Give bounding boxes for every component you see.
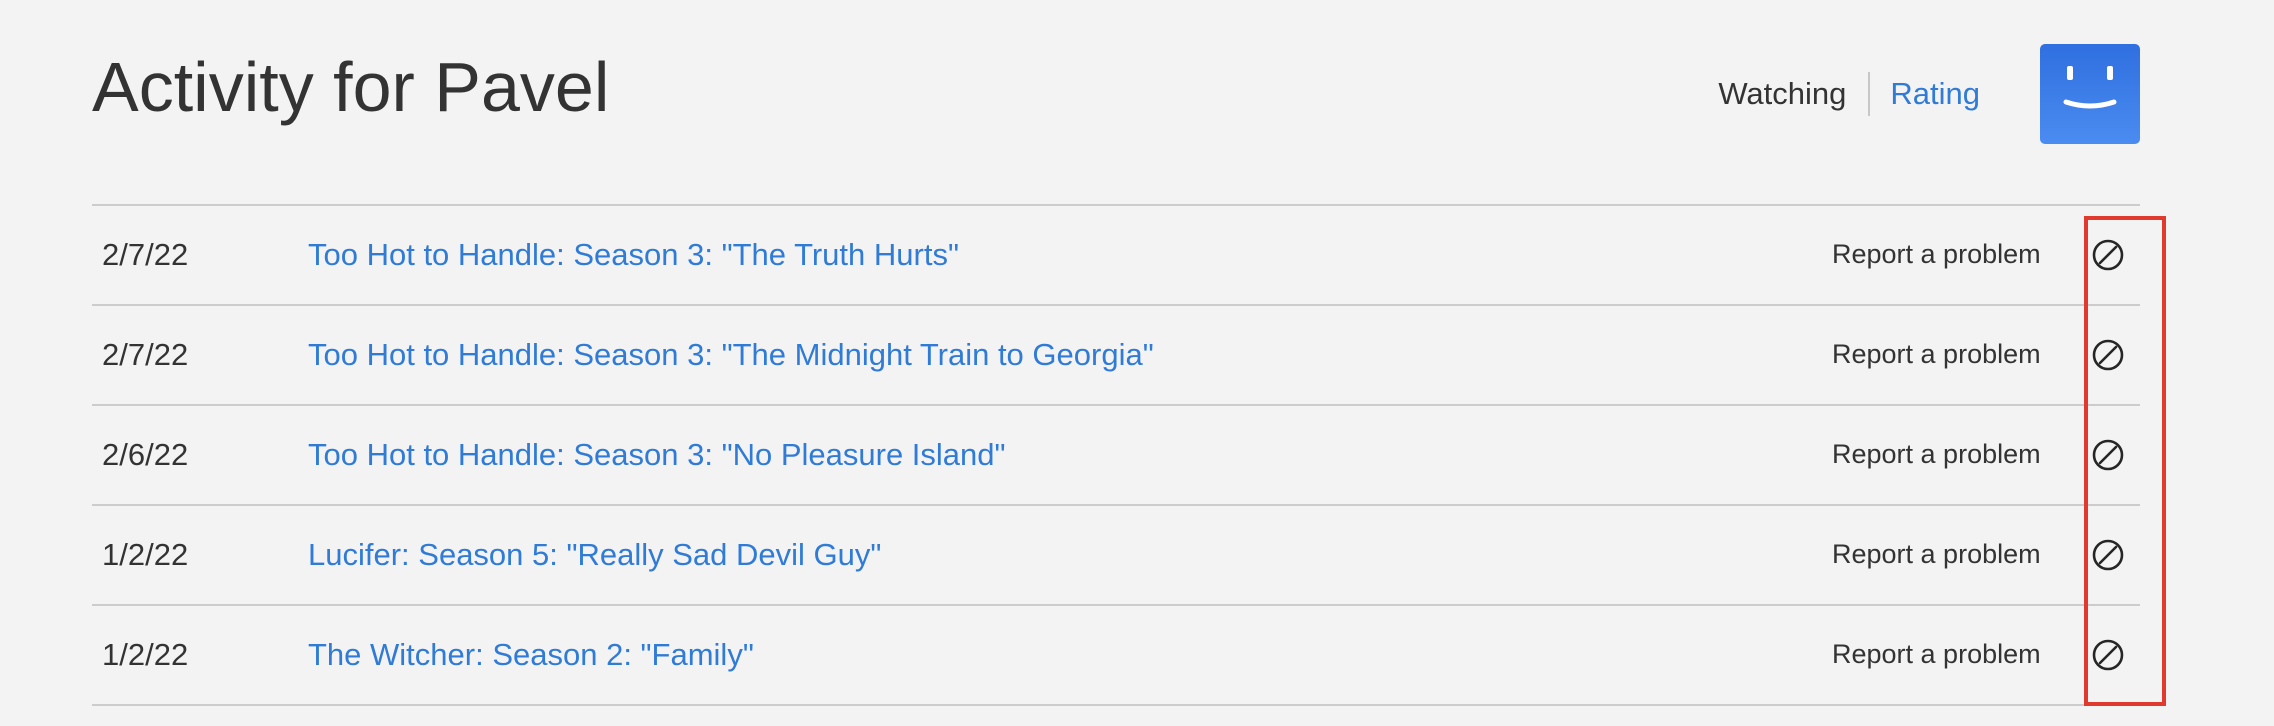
profile-avatar[interactable] [2040, 44, 2140, 144]
activity-row: 1/2/22 The Witcher: Season 2: "Family" R… [92, 606, 2140, 706]
activity-title-link[interactable]: Too Hot to Handle: Season 3: "The Truth … [308, 206, 959, 304]
activity-date: 1/2/22 [102, 637, 189, 672]
activity-row: 1/2/22 Lucifer: Season 5: "Really Sad De… [92, 506, 2140, 606]
hide-circle-slash-icon [2092, 639, 2124, 671]
tab-watching[interactable]: Watching [1718, 72, 1871, 116]
activity-date: 2/7/22 [102, 337, 189, 372]
hide-circle-slash-icon [2092, 239, 2124, 271]
hide-circle-slash-icon [2092, 539, 2124, 571]
activity-title-link[interactable]: Lucifer: Season 5: "Really Sad Devil Guy… [308, 506, 881, 604]
viewing-activity-page: Activity for Pavel Watching Rating 2/7/2… [0, 0, 2274, 726]
page-title: Activity for Pavel [92, 48, 610, 126]
activity-title-link[interactable]: Too Hot to Handle: Season 3: "The Midnig… [308, 306, 1154, 404]
report-problem-link[interactable]: Report a problem [1832, 506, 2041, 602]
hide-from-history-button[interactable] [2088, 335, 2128, 375]
hide-circle-slash-icon [2092, 439, 2124, 471]
activity-date: 2/6/22 [102, 437, 189, 472]
hide-from-history-button[interactable] [2088, 235, 2128, 275]
activity-title-link[interactable]: The Witcher: Season 2: "Family" [308, 606, 754, 704]
activity-date: 1/2/22 [102, 537, 189, 572]
view-toggle: Watching Rating [1718, 72, 1980, 116]
hide-from-history-button[interactable] [2088, 535, 2128, 575]
report-problem-link[interactable]: Report a problem [1832, 206, 2041, 302]
hide-from-history-button[interactable] [2088, 435, 2128, 475]
smiley-profile-icon [2063, 66, 2117, 109]
activity-title-link[interactable]: Too Hot to Handle: Season 3: "No Pleasur… [308, 406, 1006, 504]
activity-list: 2/7/22 Too Hot to Handle: Season 3: "The… [92, 204, 2140, 706]
hide-circle-slash-icon [2092, 339, 2124, 371]
activity-date: 2/7/22 [102, 237, 189, 272]
activity-row: 2/6/22 Too Hot to Handle: Season 3: "No … [92, 406, 2140, 506]
report-problem-link[interactable]: Report a problem [1832, 406, 2041, 502]
activity-row: 2/7/22 Too Hot to Handle: Season 3: "The… [92, 206, 2140, 306]
tab-rating[interactable]: Rating [1870, 72, 1980, 116]
report-problem-link[interactable]: Report a problem [1832, 606, 2041, 702]
hide-from-history-button[interactable] [2088, 635, 2128, 675]
activity-row: 2/7/22 Too Hot to Handle: Season 3: "The… [92, 306, 2140, 406]
report-problem-link[interactable]: Report a problem [1832, 306, 2041, 402]
